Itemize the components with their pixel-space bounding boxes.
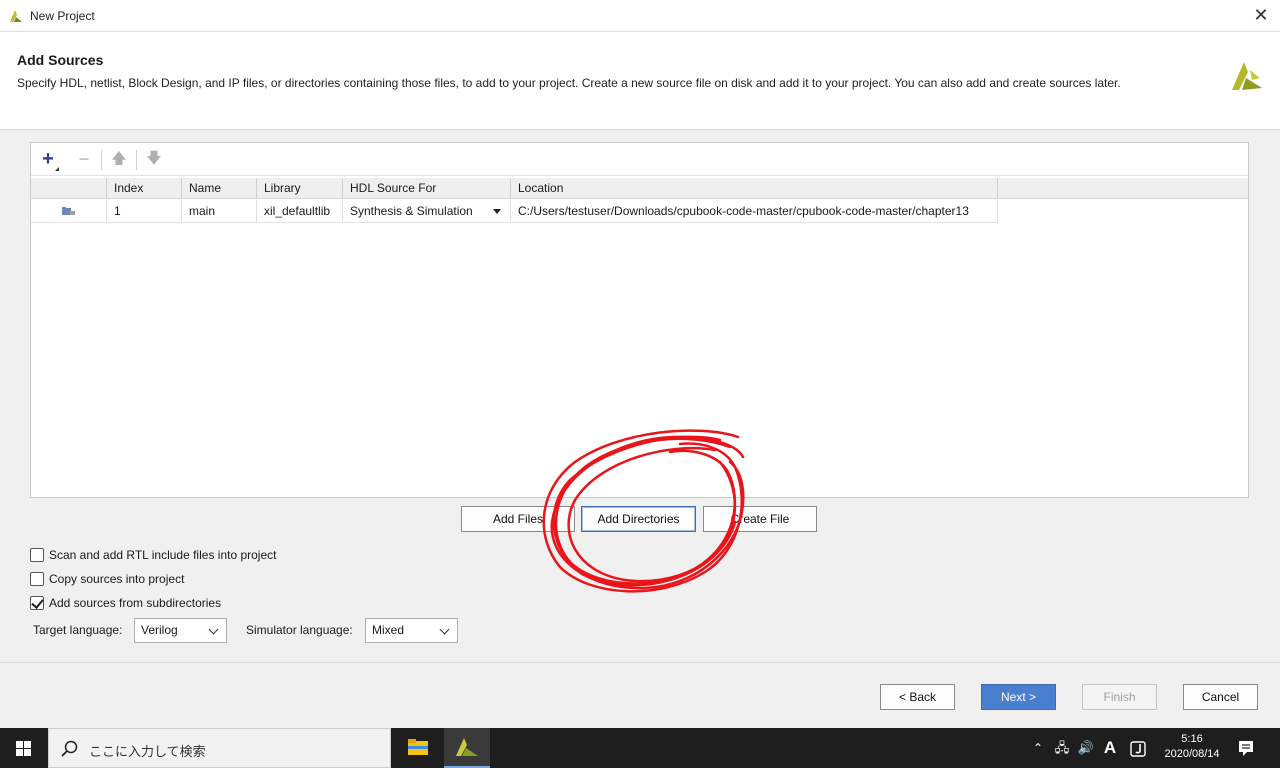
sources-toolbar: + − 🡅 🡇 [31, 143, 1248, 176]
search-icon [61, 740, 78, 757]
file-explorer-taskbar-button[interactable] [395, 728, 441, 768]
chevron-down-icon [439, 624, 450, 635]
taskbar-search[interactable]: ここに入力して検索 [48, 728, 391, 768]
ime-icon [1130, 741, 1146, 757]
table-header: Index Name Library HDL Source For Locati… [31, 178, 1248, 199]
cell-name: main [182, 200, 257, 223]
content-area: + − 🡅 🡇 Index Name Library HDL Source Fo… [0, 130, 1280, 662]
simulator-language-select[interactable]: Mixed [365, 618, 458, 643]
clock-time: 5:16 [1181, 733, 1203, 745]
cancel-button[interactable]: Cancel [1183, 684, 1258, 710]
sources-panel: + − 🡅 🡇 Index Name Library HDL Source Fo… [30, 142, 1249, 498]
cell-hdl-source-for-dropdown[interactable]: Synthesis & Simulation [343, 200, 511, 223]
row-icon-cell [31, 200, 107, 223]
page-title: Add Sources [17, 52, 104, 68]
folder-icon [62, 207, 75, 215]
start-button[interactable] [0, 728, 48, 768]
column-header-name[interactable]: Name [182, 178, 257, 199]
scan-rtl-checkbox[interactable] [30, 548, 44, 562]
table-row[interactable]: 1 main xil_defaultlib Synthesis & Simula… [31, 200, 998, 223]
column-header-hdl-source-for[interactable]: HDL Source For [343, 178, 511, 199]
create-file-button[interactable]: Create File [703, 506, 817, 532]
notification-icon[interactable] [1236, 738, 1256, 758]
network-icon[interactable]: 🖧 [1052, 728, 1072, 768]
window-title: New Project [30, 9, 95, 23]
finish-button: Finish [1082, 684, 1157, 710]
copy-sources-checkbox[interactable] [30, 572, 44, 586]
dropdown-arrow-icon[interactable] [493, 209, 501, 214]
clock-date: 2020/08/14 [1164, 748, 1220, 760]
title-bar: New Project ✕ [0, 0, 1280, 32]
show-hidden-icons-icon[interactable]: ⌃ [1030, 728, 1046, 768]
taskbar: ここに入力して検索 ⌃ 🖧 🔊 A 5:16 2020/08/14 [0, 728, 1280, 768]
move-up-icon[interactable]: 🡅 [108, 149, 130, 171]
next-button[interactable]: Next > [981, 684, 1056, 710]
column-header-icon [31, 178, 107, 199]
scan-rtl-label: Scan and add RTL include files into proj… [49, 548, 277, 562]
wizard-footer: < Back Next > Finish Cancel [0, 662, 1280, 728]
back-button[interactable]: < Back [880, 684, 955, 710]
target-language-select[interactable]: Verilog [134, 618, 227, 643]
ime-mode-indicator[interactable]: A [1100, 728, 1120, 768]
column-header-library[interactable]: Library [257, 178, 343, 199]
vivado-logo-icon [1232, 62, 1262, 90]
column-header-location[interactable]: Location [511, 178, 998, 199]
add-files-button[interactable]: Add Files [461, 506, 575, 532]
cell-location: C:/Users/testuser/Downloads/cpubook-code… [511, 200, 998, 223]
windows-logo-icon [16, 741, 31, 756]
remove-icon[interactable]: − [73, 149, 95, 171]
toolbar-divider [101, 150, 102, 170]
hdl-source-for-value: Synthesis & Simulation [350, 204, 473, 218]
simulator-language-label: Simulator language: [246, 623, 353, 637]
folder-icon [408, 739, 428, 755]
volume-icon[interactable]: 🔊 [1076, 728, 1096, 768]
target-language-label: Target language: [33, 623, 123, 637]
cell-index: 1 [107, 200, 182, 223]
simulator-language-value: Mixed [372, 623, 405, 637]
vivado-taskbar-button[interactable] [444, 728, 490, 768]
wizard-header: Add Sources Specify HDL, netlist, Block … [0, 32, 1280, 130]
target-language-value: Verilog [141, 623, 178, 637]
page-description: Specify HDL, netlist, Block Design, and … [17, 76, 1121, 90]
taskbar-clock[interactable]: 5:16 2020/08/14 [1152, 732, 1232, 762]
ime-pad-icon[interactable] [1127, 728, 1149, 768]
toolbar-divider [136, 150, 137, 170]
vivado-app-icon [456, 738, 478, 756]
add-subdirectories-label: Add sources from subdirectories [49, 596, 222, 610]
add-icon[interactable]: + [37, 149, 59, 171]
vivado-app-icon [10, 10, 22, 22]
move-down-icon[interactable]: 🡇 [143, 149, 165, 171]
column-header-index[interactable]: Index [107, 178, 182, 199]
close-icon[interactable]: ✕ [1252, 6, 1270, 24]
chevron-down-icon [208, 624, 219, 635]
copy-sources-label: Copy sources into project [49, 572, 185, 586]
cell-library[interactable]: xil_defaultlib [257, 200, 343, 223]
add-subdirectories-checkbox[interactable] [30, 596, 44, 610]
add-directories-button[interactable]: Add Directories [581, 506, 696, 532]
search-placeholder: ここに入力して検索 [89, 745, 206, 760]
